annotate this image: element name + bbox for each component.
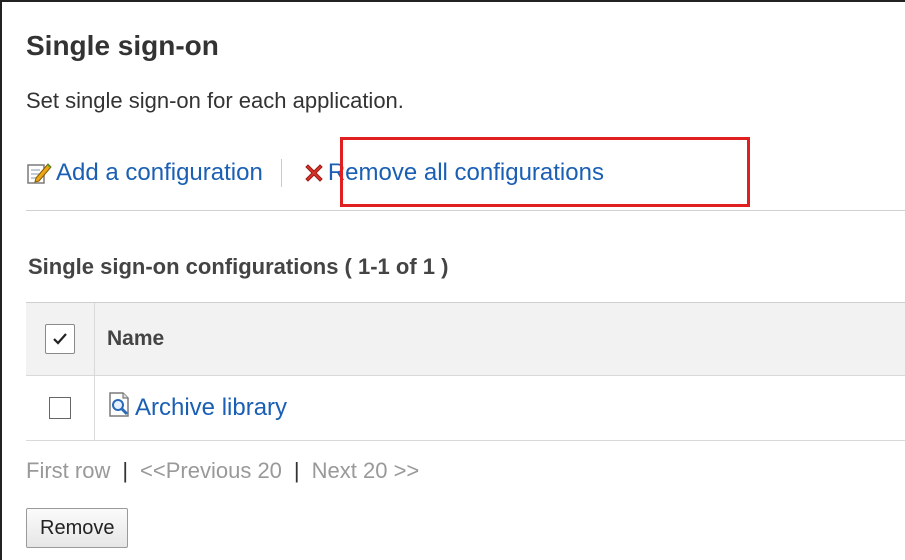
pager: First row | <<Previous 20 | Next 20 >> — [26, 458, 419, 484]
divider — [26, 210, 905, 211]
app-search-icon — [107, 391, 135, 426]
add-configuration-label: Add a configuration — [56, 159, 263, 186]
pager-separator: | — [122, 458, 129, 483]
edit-pencil-icon — [26, 161, 52, 185]
pager-previous: <<Previous 20 — [140, 458, 282, 483]
pager-next: Next 20 >> — [311, 458, 420, 483]
page-description: Set single sign-on for each application. — [26, 88, 404, 113]
configurations-table: Name Archive library — [26, 302, 905, 441]
action-separator — [280, 159, 282, 187]
remove-button[interactable]: Remove — [26, 508, 129, 548]
page-title: Single sign-on — [26, 30, 219, 61]
pager-first: First row — [26, 458, 111, 483]
select-all-checkbox[interactable] — [45, 324, 75, 354]
list-title: Single sign-on configurations ( 1-1 of 1… — [28, 254, 449, 279]
configuration-name: Archive library — [135, 394, 288, 421]
highlight-box — [340, 137, 750, 207]
row-name-cell: Archive library — [95, 376, 905, 440]
red-x-icon — [302, 161, 326, 185]
add-configuration-link[interactable]: Add a configuration — [26, 159, 263, 187]
table-row: Archive library — [26, 376, 905, 441]
header-name-cell: Name — [95, 303, 905, 375]
pager-separator: | — [293, 458, 300, 483]
checkmark-icon — [53, 333, 67, 345]
row-checkbox[interactable] — [49, 397, 71, 419]
table-header-row: Name — [26, 303, 905, 376]
configuration-link-archive-library[interactable]: Archive library — [107, 391, 287, 426]
column-header-name: Name — [107, 327, 165, 350]
row-check-cell — [26, 376, 95, 440]
header-check-cell — [26, 303, 95, 375]
